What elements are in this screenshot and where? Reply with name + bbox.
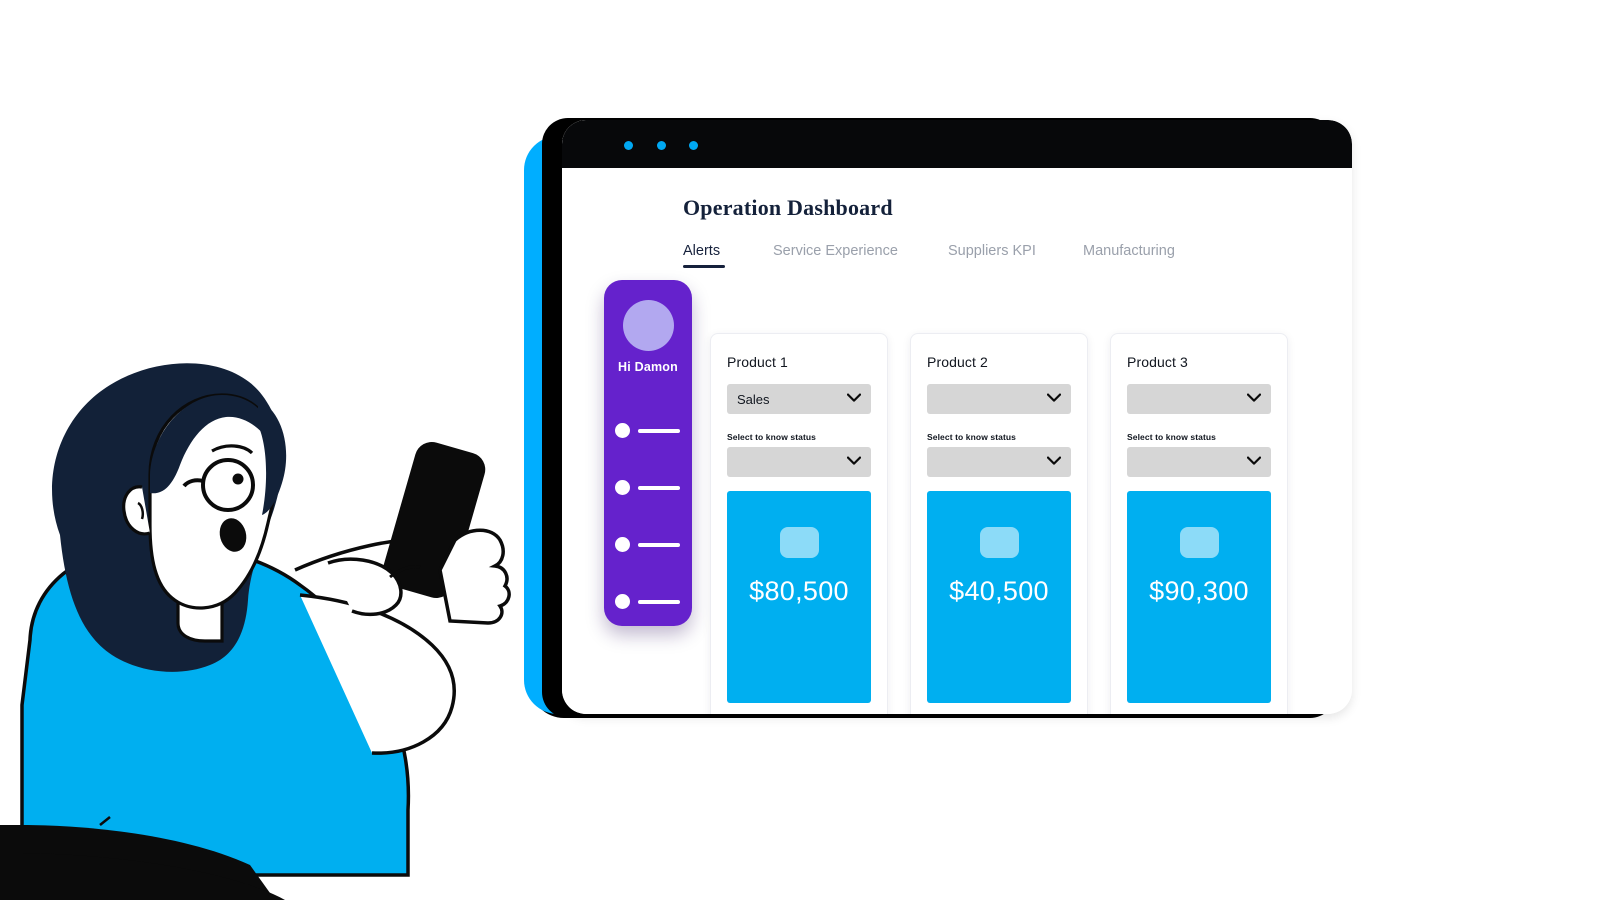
metric-placeholder-icon xyxy=(779,527,819,558)
chevron-down-icon xyxy=(1246,389,1262,407)
category-select[interactable]: Sales xyxy=(727,384,871,414)
tab-bar: Alerts Service Experience Suppliers KPI … xyxy=(683,243,1175,268)
sidebar-item-4[interactable] xyxy=(615,594,680,609)
metric-placeholder-icon xyxy=(979,527,1019,558)
metric-value: $80,500 xyxy=(749,576,849,606)
metric-placeholder-icon xyxy=(1179,527,1219,558)
status-select[interactable] xyxy=(727,447,871,477)
chevron-down-icon xyxy=(846,452,862,470)
bullet-icon xyxy=(615,699,630,714)
window-titlebar xyxy=(562,120,1352,168)
sidebar-item-5[interactable] xyxy=(615,699,680,714)
card-title: Product 2 xyxy=(927,354,988,370)
status-hint: Select to know status xyxy=(1127,432,1217,442)
sidebar-item-placeholder-label xyxy=(638,704,680,709)
chevron-down-icon xyxy=(1046,389,1062,407)
metric-value: $40,500 xyxy=(949,576,1049,606)
metric-panel: $80,500 xyxy=(727,491,871,703)
sidebar-item-3[interactable] xyxy=(615,537,680,552)
titlebar-dot-icon[interactable] xyxy=(657,141,666,150)
metric-panel: $90,300 xyxy=(1127,491,1271,703)
bullet-icon xyxy=(615,423,630,438)
sidebar-item-placeholder-label xyxy=(638,599,680,604)
product-card-list: Product 1 Sales Select to know status $8… xyxy=(710,333,1288,714)
sidebar: Hi Damon xyxy=(604,280,692,714)
tab-manufacturing[interactable]: Manufacturing xyxy=(1083,243,1175,268)
tab-suppliers-kpi[interactable]: Suppliers KPI xyxy=(948,243,1083,268)
status-select[interactable] xyxy=(927,447,1071,477)
window-frame: Operation Dashboard Alerts Service Exper… xyxy=(542,118,1352,718)
sidebar-item-placeholder-label xyxy=(638,428,680,433)
chevron-down-icon xyxy=(1246,452,1262,470)
user-avatar-icon[interactable] xyxy=(623,300,674,351)
category-select[interactable] xyxy=(1127,384,1271,414)
tab-service-experience[interactable]: Service Experience xyxy=(773,243,948,268)
category-select[interactable] xyxy=(927,384,1071,414)
status-hint: Select to know status xyxy=(727,432,817,442)
window-content: Operation Dashboard Alerts Service Exper… xyxy=(562,120,1352,714)
woman-holding-phone-illustration xyxy=(0,355,545,900)
tab-alerts[interactable]: Alerts xyxy=(683,243,773,268)
titlebar-dot-icon[interactable] xyxy=(689,141,698,150)
chevron-down-icon xyxy=(1046,452,1062,470)
titlebar-dot-icon[interactable] xyxy=(624,141,633,150)
category-select-value: Sales xyxy=(737,391,770,407)
product-card: Product 1 Sales Select to know status $8… xyxy=(710,333,888,714)
browser-window: Operation Dashboard Alerts Service Exper… xyxy=(524,118,1352,728)
screenshot-root: Operation Dashboard Alerts Service Exper… xyxy=(0,0,1600,900)
metric-value: $90,300 xyxy=(1149,576,1249,606)
status-hint: Select to know status xyxy=(927,432,1017,442)
bullet-icon xyxy=(615,537,630,552)
status-select[interactable] xyxy=(1127,447,1271,477)
product-card: Product 3 Select to know status $90,300 xyxy=(1110,333,1288,714)
card-title: Product 3 xyxy=(1127,354,1188,370)
sidebar-item-2[interactable] xyxy=(615,480,680,495)
sidebar-item-placeholder-label xyxy=(638,542,680,547)
metric-panel: $40,500 xyxy=(927,491,1071,703)
bullet-icon xyxy=(615,480,630,495)
card-title: Product 1 xyxy=(727,354,788,370)
page-title: Operation Dashboard xyxy=(683,195,893,220)
sidebar-item-placeholder-label xyxy=(638,485,680,490)
sidebar-greeting: Hi Damon xyxy=(618,360,678,374)
sidebar-item-1[interactable] xyxy=(615,423,680,438)
chevron-down-icon xyxy=(846,389,862,407)
dashboard-page: Operation Dashboard Alerts Service Exper… xyxy=(562,168,1352,714)
bullet-icon xyxy=(615,594,630,609)
product-card: Product 2 Select to know status $40,500 xyxy=(910,333,1088,714)
